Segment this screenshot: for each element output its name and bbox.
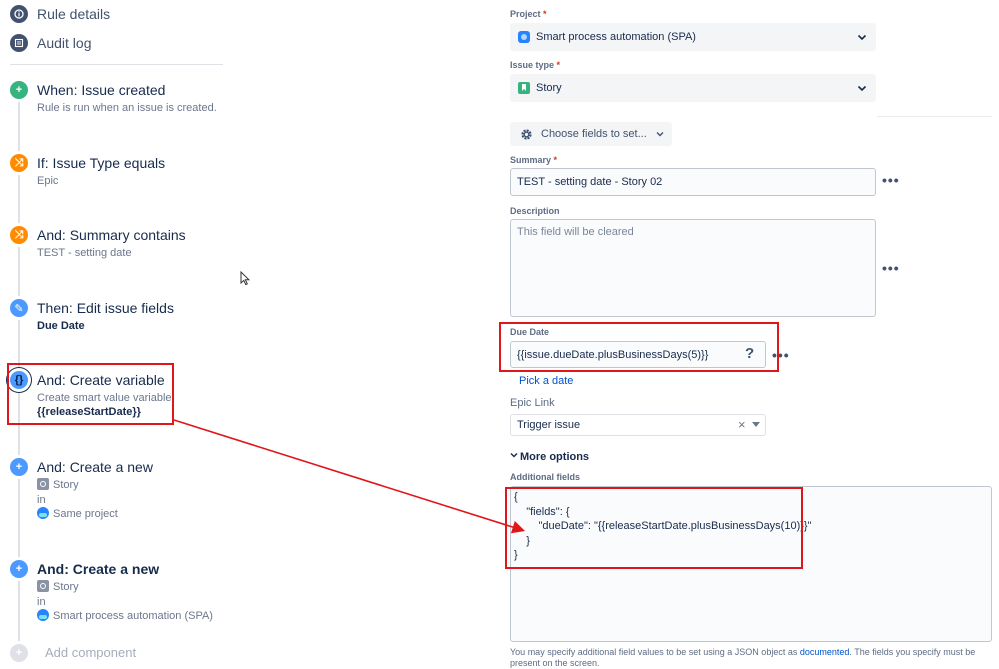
project-select-value: Smart process automation (SPA): [536, 31, 696, 43]
component-subtitle: Due Date: [37, 320, 85, 332]
component-subtitle: Rule is run when an issue is created.: [37, 102, 217, 114]
component-condition-issue-type[interactable]: ⤨ If: Issue Type equals Epic: [10, 154, 230, 194]
annotation-box-due-date: [499, 322, 779, 372]
story-icon: [518, 82, 530, 94]
nav-audit-log[interactable]: Audit log: [10, 32, 91, 54]
epic-link-value: Trigger issue: [517, 419, 581, 431]
summary-more-options-icon[interactable]: •••: [882, 172, 900, 188]
description-more-options-icon[interactable]: •••: [882, 260, 900, 276]
component-subtitle: Epic: [37, 175, 59, 187]
component-action-edit-issue[interactable]: ✎ Then: Edit issue fields Due Date: [10, 299, 230, 339]
divider: [877, 116, 992, 117]
additional-fields-label: Additional fields: [510, 472, 581, 482]
issue-type-icon: [37, 478, 49, 490]
component-project: Smart process automation (SPA): [37, 609, 213, 623]
plus-icon: +: [10, 560, 28, 578]
chevron-down-icon: [857, 34, 867, 41]
shuffle-icon: ⤨: [10, 154, 28, 172]
component-issue-type: Story: [37, 580, 79, 594]
epic-link-select[interactable]: Trigger issue ×: [510, 414, 766, 436]
component-in-label: in: [37, 596, 46, 608]
pencil-icon: ✎: [10, 299, 28, 317]
add-component-label: Add component: [45, 645, 137, 660]
chevron-down-icon: [510, 453, 518, 458]
nav-divider: [10, 64, 223, 65]
component-action-create-issue-active[interactable]: + And: Create a new Story in Smart proce…: [10, 560, 230, 624]
project-label: Project *: [510, 9, 547, 19]
project-icon: [37, 507, 49, 519]
issue-type-select-value: Story: [536, 82, 562, 94]
summary-input[interactable]: TEST - setting date - Story 02: [510, 168, 876, 196]
nav-rule-details[interactable]: Rule details: [10, 3, 110, 25]
component-title: Then: Edit issue fields: [37, 300, 174, 316]
mouse-cursor-icon: [240, 271, 250, 286]
summary-label: Summary *: [510, 155, 558, 165]
component-title: And: Create a new: [37, 561, 160, 577]
clear-icon[interactable]: ×: [738, 417, 746, 432]
pick-a-date-link[interactable]: Pick a date: [519, 375, 573, 387]
chevron-down-icon: [857, 85, 867, 92]
plus-icon: +: [10, 81, 28, 99]
component-issue-type: Story: [37, 478, 79, 492]
issue-type-label: Issue type *: [510, 60, 561, 70]
description-placeholder: This field will be cleared: [517, 226, 634, 238]
component-title: And: Summary contains: [37, 227, 186, 243]
info-icon: [10, 5, 28, 23]
more-options-toggle[interactable]: More options: [510, 451, 589, 463]
project-icon: [37, 609, 49, 621]
component-action-create-issue[interactable]: + And: Create a new Story in Same projec…: [10, 458, 230, 522]
add-component-button[interactable]: + Add component: [10, 644, 230, 662]
choose-fields-label: Choose fields to set...: [541, 128, 647, 140]
component-condition-summary[interactable]: ⤨ And: Summary contains TEST - setting d…: [10, 226, 230, 266]
epic-link-label: Epic Link: [510, 397, 555, 409]
documented-link[interactable]: documented: [800, 647, 850, 657]
component-subtitle: TEST - setting date: [37, 247, 132, 259]
summary-value: TEST - setting date - Story 02: [517, 176, 663, 188]
caret-down-icon[interactable]: [752, 422, 760, 428]
choose-fields-button[interactable]: Choose fields to set...: [510, 122, 672, 146]
list-icon: [10, 34, 28, 52]
additional-fields-help-text: You may specify additional field values …: [510, 647, 976, 668]
component-in-label: in: [37, 494, 46, 506]
gear-icon: [521, 128, 532, 140]
project-select[interactable]: Smart process automation (SPA): [510, 23, 876, 51]
component-project: Same project: [37, 507, 118, 521]
annotation-box-create-variable: [7, 363, 174, 425]
description-textarea[interactable]: This field will be cleared: [510, 219, 876, 317]
plus-icon: +: [10, 458, 28, 476]
shuffle-icon: ⤨: [10, 226, 28, 244]
description-label: Description: [510, 206, 560, 216]
chevron-down-icon: [656, 132, 664, 137]
plus-icon: +: [10, 644, 28, 662]
component-trigger-issue-created[interactable]: + When: Issue created Rule is run when a…: [10, 81, 230, 121]
project-avatar-icon: [518, 31, 530, 43]
nav-rule-details-label: Rule details: [37, 6, 111, 22]
component-title: When: Issue created: [37, 82, 166, 98]
issue-type-icon: [37, 580, 49, 592]
issue-type-select[interactable]: Story: [510, 74, 876, 102]
annotation-box-additional-fields: [505, 487, 803, 569]
component-title: If: Issue Type equals: [37, 155, 166, 171]
nav-audit-log-label: Audit log: [37, 35, 92, 51]
component-title: And: Create a new: [37, 459, 153, 475]
